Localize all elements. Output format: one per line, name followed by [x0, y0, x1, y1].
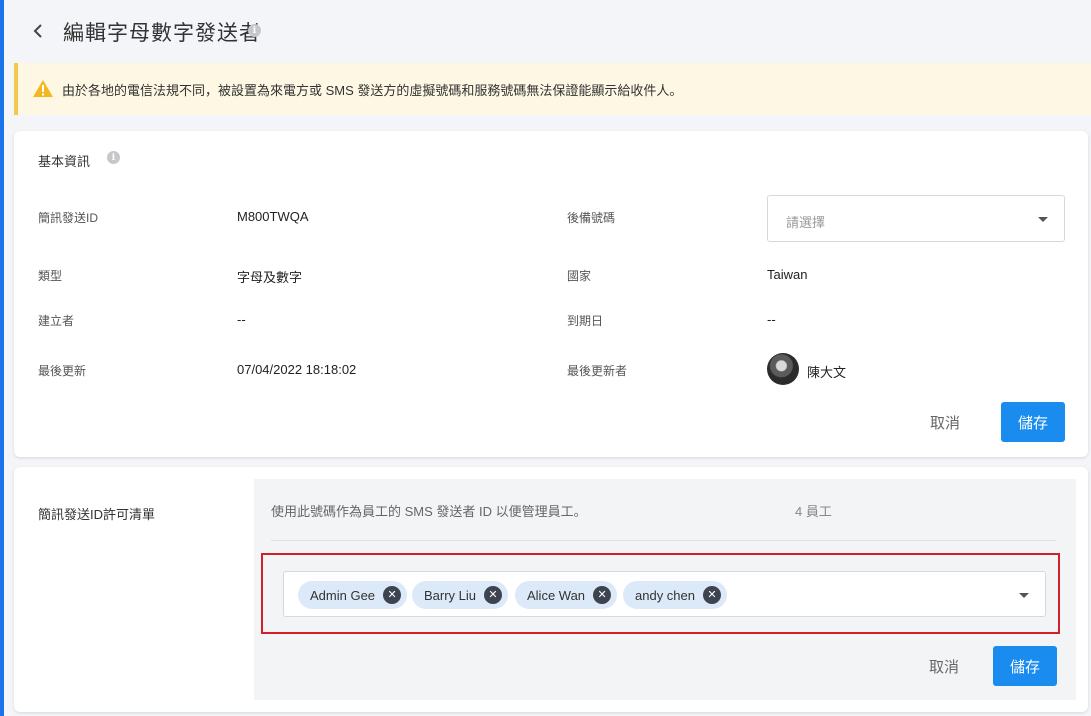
- employee-tag: andy chen ✕: [623, 581, 727, 609]
- sender-id-value: M800TWQA: [237, 209, 309, 224]
- last-updater-label: 最後更新者: [567, 364, 628, 378]
- info-icon[interactable]: i: [248, 24, 261, 37]
- tag-label: andy chen: [635, 587, 695, 603]
- country-label: 國家: [567, 269, 592, 283]
- last-updater-value: 陳大文: [807, 365, 847, 380]
- type-value: 字母及數字: [237, 270, 303, 285]
- remove-tag-icon[interactable]: ✕: [703, 586, 721, 604]
- avatar: [767, 353, 799, 385]
- page-title: 編輯字母數字發送者: [63, 22, 261, 45]
- dropdown-caret-icon: [1038, 217, 1048, 222]
- allowlist-panel: 使用此號碼作為員工的 SMS 發送者 ID 以便管理員工。 4 員工 Admin…: [254, 479, 1076, 700]
- save-button[interactable]: 儲存: [993, 646, 1057, 686]
- save-button[interactable]: 儲存: [1001, 402, 1065, 442]
- warning-icon: [32, 79, 54, 103]
- allowlist-description: 使用此號碼作為員工的 SMS 發送者 ID 以便管理員工。: [271, 504, 587, 519]
- expiry-value: --: [767, 312, 776, 327]
- expiry-label: 到期日: [567, 314, 604, 328]
- remove-tag-icon[interactable]: ✕: [383, 586, 402, 604]
- chevron-left-icon[interactable]: [28, 20, 48, 42]
- last-updated-value: 07/04/2022 18:18:02: [237, 362, 357, 377]
- creator-label: 建立者: [38, 314, 75, 328]
- remove-tag-icon[interactable]: ✕: [593, 586, 612, 604]
- country-value: Taiwan: [767, 267, 808, 282]
- employee-count: 4 員工: [795, 504, 832, 519]
- page-header: 編輯字母數字發送者 i: [4, 0, 1091, 62]
- sender-id-label: 簡訊發送ID: [38, 211, 99, 225]
- tag-label: Admin Gee: [310, 587, 376, 603]
- last-updated-label: 最後更新: [38, 364, 87, 378]
- allowlist-card: 簡訊發送ID許可清單 使用此號碼作為員工的 SMS 發送者 ID 以便管理員工。…: [14, 467, 1088, 712]
- select-placeholder: 請選擇: [786, 215, 826, 230]
- employee-tag: Admin Gee ✕: [298, 581, 408, 609]
- warning-banner: 由於各地的電信法規不同，被設置為來電方或 SMS 發送方的虛擬號碼和服務號碼無法…: [14, 63, 1091, 115]
- dropdown-caret-icon[interactable]: [1019, 593, 1029, 598]
- type-label: 類型: [38, 269, 63, 283]
- cancel-button[interactable]: 取消: [929, 656, 959, 677]
- basic-info-card: 基本資訊 i 簡訊發送ID M800TWQA 後備號碼 請選擇 類型 字母及數字…: [14, 131, 1088, 457]
- warning-text: 由於各地的電信法規不同，被設置為來電方或 SMS 發送方的虛擬號碼和服務號碼無法…: [62, 83, 683, 98]
- employee-tag: Barry Liu ✕: [412, 581, 509, 609]
- divider: [271, 540, 1056, 541]
- creator-value: --: [237, 312, 246, 327]
- tag-label: Alice Wan: [527, 587, 586, 603]
- section-title: 簡訊發送ID許可清單: [38, 507, 156, 522]
- left-accent-bar: [0, 0, 4, 716]
- cancel-button[interactable]: 取消: [930, 412, 960, 433]
- highlight-box: Admin Gee ✕ Barry Liu ✕ Alice Wan ✕ andy…: [261, 553, 1060, 634]
- backup-number-select[interactable]: 請選擇: [767, 195, 1065, 242]
- tag-label: Barry Liu: [424, 587, 477, 603]
- section-title: 基本資訊: [38, 154, 91, 169]
- employee-tag-select[interactable]: Admin Gee ✕ Barry Liu ✕ Alice Wan ✕ andy…: [283, 571, 1046, 617]
- remove-tag-icon[interactable]: ✕: [484, 586, 503, 604]
- backup-number-label: 後備號碼: [567, 211, 616, 225]
- employee-tag: Alice Wan ✕: [515, 581, 618, 609]
- info-icon[interactable]: i: [107, 151, 120, 164]
